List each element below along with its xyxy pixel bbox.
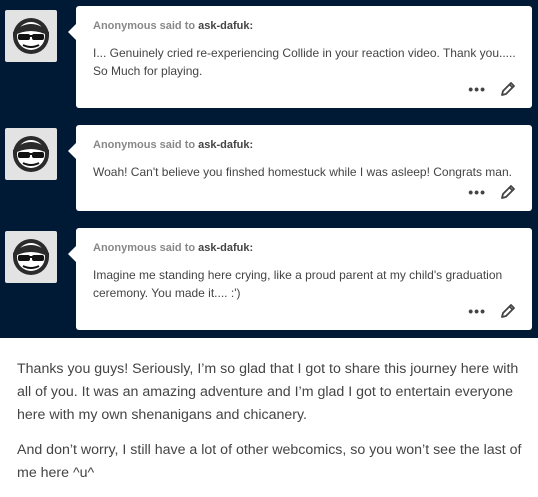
asker-name: Anonymous — [93, 242, 157, 254]
blog-link[interactable]: ask-dafuk — [198, 139, 249, 151]
answer-paragraph: Thanks you guys! Seriously, I’m so glad … — [17, 361, 519, 423]
pencil-icon[interactable] — [500, 184, 516, 200]
pencil-icon[interactable] — [500, 303, 516, 319]
sunglasses-face-icon — [13, 239, 49, 275]
ask-card: Anonymous said to ask-dafuk: I... Genuin… — [68, 6, 532, 108]
ask-card: Anonymous said to ask-dafuk: Woah! Can't… — [68, 125, 532, 211]
ask-question: Imagine me standing here crying, like a … — [93, 268, 503, 300]
asks-section: Anonymous said to ask-dafuk: I... Genuin… — [0, 0, 538, 338]
answer-body: Thanks you guys! Seriously, I’m so glad … — [17, 358, 525, 497]
asker-avatar[interactable] — [5, 128, 57, 180]
said-to-text: said to — [159, 242, 196, 254]
sunglasses-face-icon — [13, 18, 49, 54]
colon: : — [249, 20, 254, 32]
ask-question: I... Genuinely cried re-experiencing Col… — [93, 46, 516, 78]
said-to-text: said to — [159, 20, 196, 32]
more-dots-icon[interactable]: ••• — [468, 185, 486, 199]
asker-name: Anonymous — [93, 20, 157, 32]
ask-question: Woah! Can't believe you finshed homestuc… — [93, 165, 512, 179]
ask-actions: ••• — [468, 183, 516, 201]
ask-card: Anonymous said to ask-dafuk: Imagine me … — [68, 228, 532, 330]
post-container: Anonymous said to ask-dafuk: I... Genuin… — [0, 0, 538, 491]
blog-link[interactable]: ask-dafuk — [198, 242, 249, 254]
more-dots-icon[interactable]: ••• — [468, 82, 486, 96]
said-to-text: said to — [159, 139, 196, 151]
colon: : — [249, 242, 254, 254]
sunglasses-face-icon — [13, 136, 49, 172]
ask-header: Anonymous said to ask-dafuk: — [93, 241, 516, 256]
ask-header: Anonymous said to ask-dafuk: — [93, 138, 516, 153]
asker-avatar[interactable] — [5, 231, 57, 283]
ask-actions: ••• — [468, 80, 516, 98]
asker-avatar[interactable] — [5, 10, 57, 62]
colon: : — [249, 139, 254, 151]
blog-link[interactable]: ask-dafuk — [198, 20, 249, 32]
asker-name: Anonymous — [93, 139, 157, 151]
more-dots-icon[interactable]: ••• — [468, 304, 486, 318]
answer-paragraph: And don’t worry, I still have a lot of o… — [17, 442, 522, 481]
ask-actions: ••• — [468, 302, 516, 320]
pencil-icon[interactable] — [500, 81, 516, 97]
ask-header: Anonymous said to ask-dafuk: — [93, 19, 516, 34]
